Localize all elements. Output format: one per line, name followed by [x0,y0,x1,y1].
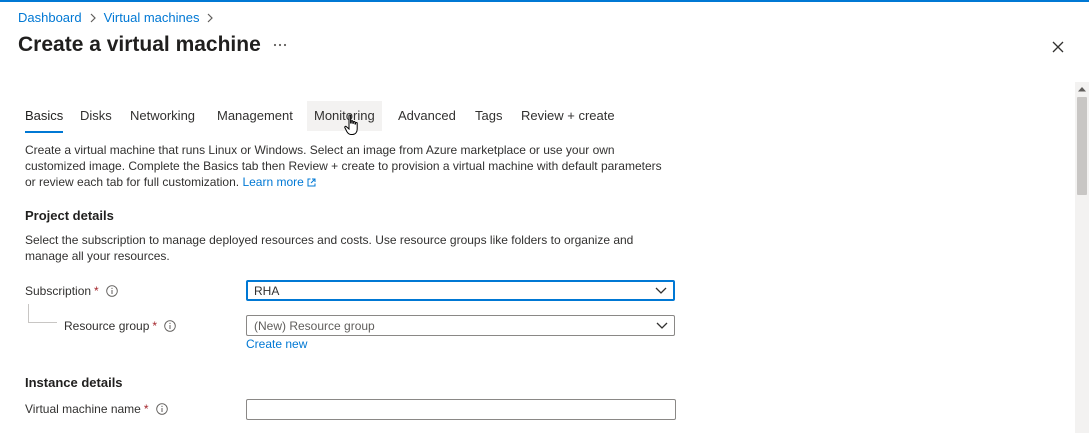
tab-advanced[interactable]: Advanced [398,101,456,131]
page-title: Create a virtual machine [18,33,261,56]
intro-text: Create a virtual machine that runs Linux… [25,143,662,189]
chevron-down-icon [650,316,674,335]
learn-more-link[interactable]: Learn more [242,175,316,191]
external-link-icon [307,175,316,191]
chevron-right-icon [86,11,100,25]
resource-group-label: Resource group * [64,319,176,333]
required-marker: * [94,284,99,298]
info-icon[interactable] [155,403,168,415]
info-icon[interactable] [105,285,118,297]
chevron-down-icon [649,282,673,299]
scroll-thumb[interactable] [1077,97,1087,195]
subscription-dropdown[interactable]: RHA [246,280,675,301]
breadcrumb-virtual-machines[interactable]: Virtual machines [104,10,200,25]
chevron-right-icon [203,11,217,25]
tab-tags[interactable]: Tags [475,101,502,131]
intro-description: Create a virtual machine that runs Linux… [25,142,675,191]
vm-name-label: Virtual machine name * [25,402,168,416]
vertical-scrollbar[interactable] [1075,82,1089,433]
info-icon[interactable] [164,320,176,332]
required-marker: * [152,319,158,333]
breadcrumb: Dashboard Virtual machines [18,10,221,25]
breadcrumb-dashboard[interactable]: Dashboard [18,10,82,25]
tab-disks[interactable]: Disks [80,101,112,131]
tree-connector [28,304,57,323]
project-details-heading: Project details [25,208,114,223]
instance-details-heading: Instance details [25,375,123,390]
create-new-link[interactable]: Create new [246,337,307,351]
tab-review-create[interactable]: Review + create [521,101,615,131]
tab-networking[interactable]: Networking [130,101,195,131]
project-details-description: Select the subscription to manage deploy… [25,233,634,263]
hand-cursor-icon [343,114,361,136]
close-icon[interactable] [1048,37,1068,57]
tab-management[interactable]: Management [217,101,293,131]
scroll-up-arrow-icon[interactable] [1075,82,1089,96]
tab-basics[interactable]: Basics [25,101,64,133]
subscription-label: Subscription * [25,284,118,298]
resource-group-dropdown[interactable]: (New) Resource group [246,315,675,336]
vm-name-input[interactable] [246,399,676,420]
required-marker: * [143,402,149,416]
more-icon[interactable] [271,36,289,54]
top-accent-bar [0,0,1089,2]
